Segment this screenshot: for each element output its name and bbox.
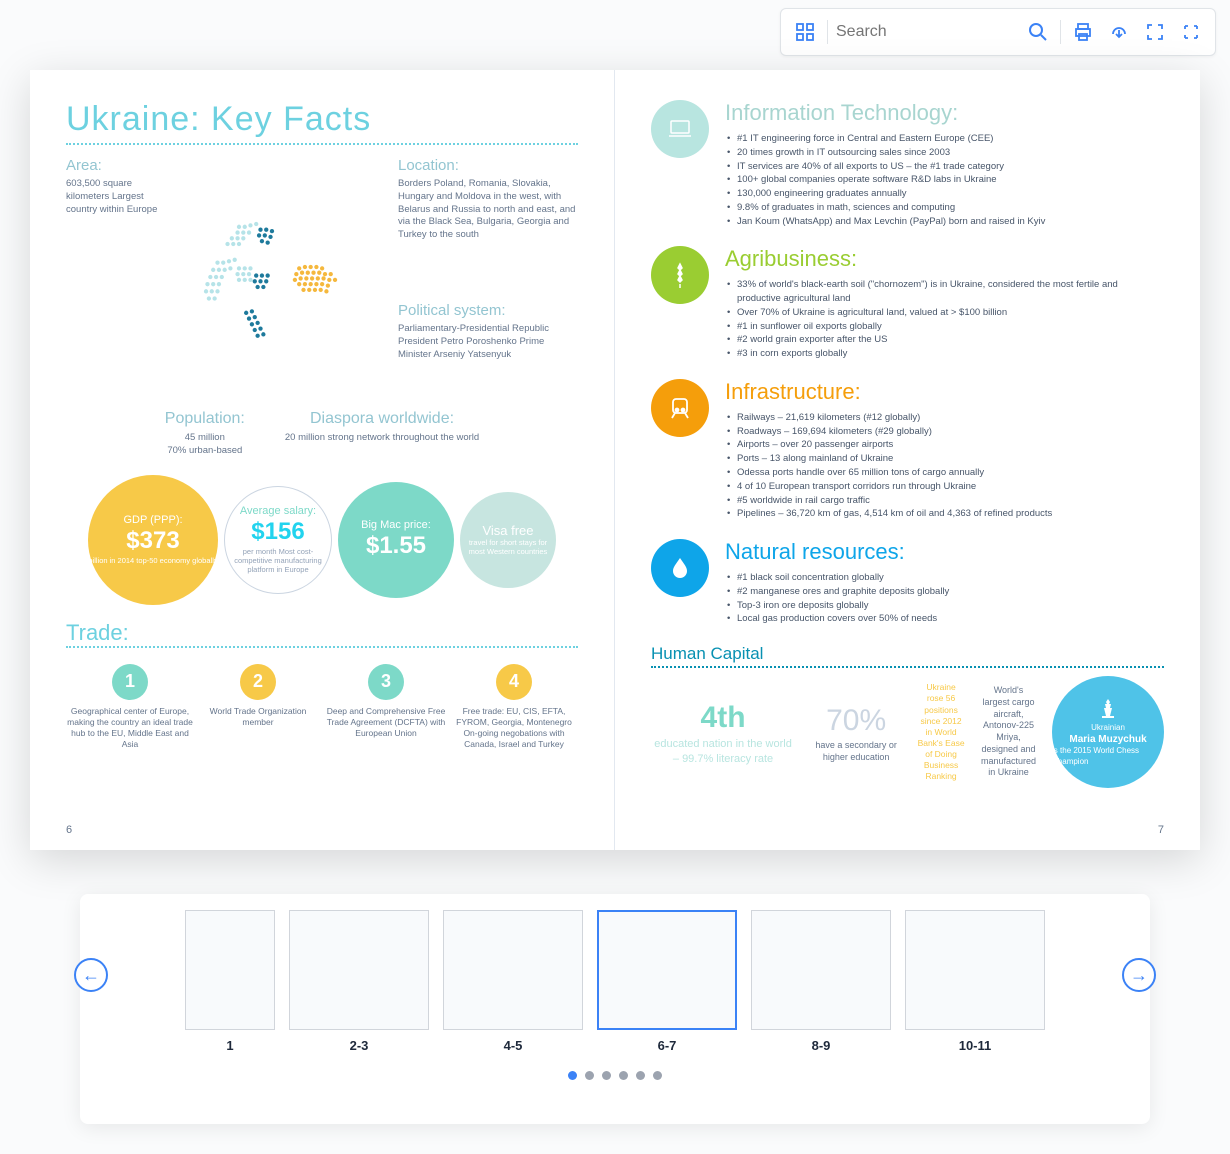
list-item: Railways – 21,619 kilometers (#12 global… [737,411,1164,425]
thumbnail-label: 1 [185,1038,275,1053]
thumbnail-label: 10-11 [905,1038,1045,1053]
pagination-dot[interactable] [653,1071,662,1080]
page-right: Information Technology: #1 IT engineerin… [615,70,1200,850]
list-item: Ports – 13 along mainland of Ukraine [737,452,1164,466]
list-item: #1 IT engineering force in Central and E… [737,132,1164,146]
list-item: #1 black soil concentration globally [737,571,1164,585]
infrastructure-list: Railways – 21,619 kilometers (#12 global… [725,411,1164,521]
prev-page-button[interactable]: ← [74,958,108,992]
pagination-dot[interactable] [585,1071,594,1080]
thumbnail-label: 6-7 [597,1038,737,1053]
thumbnails-icon[interactable] [791,18,819,46]
pagination-dot[interactable] [619,1071,628,1080]
search-input[interactable] [836,17,1016,47]
thumbnail-label: 8-9 [751,1038,891,1053]
infrastructure-heading: Infrastructure: [725,379,1164,405]
train-icon [651,379,709,437]
list-item: Airports – over 20 passenger airports [737,438,1164,452]
political-text: Parliamentary-Presidential Republic Pres… [398,323,578,361]
list-item: 4 of 10 European transport corridors run… [737,480,1164,494]
thumbnail[interactable] [905,910,1045,1030]
list-item: 9.8% of graduates in math, sciences and … [737,201,1164,215]
page-left: Ukraine: Key Facts Area: 603,500 square … [30,70,615,850]
visa-bubble: Visa free travel for short stays for mos… [460,492,556,588]
area-text: 603,500 square kilometers Largest countr… [66,178,166,216]
europe-map [196,157,368,400]
search-icon[interactable] [1024,18,1052,46]
political-heading: Political system: [398,302,578,319]
human-card-ranking: Ukraine rose 56 positions since 2012 in … [917,682,965,781]
list-item: #2 manganese ores and graphite deposits … [737,585,1164,599]
page-number-right: 7 [1158,824,1164,836]
list-item: #3 in corn exports globally [737,347,1164,361]
bigmac-bubble: Big Mac price: $1.55 [338,482,454,598]
document-spread: Ukraine: Key Facts Area: 603,500 square … [30,70,1200,850]
list-item: Jan Koum (WhatsApp) and Max Levchin (Pay… [737,215,1164,229]
list-item: 130,000 engineering graduates annually [737,187,1164,201]
location-heading: Location: [398,157,578,174]
location-text: Borders Poland, Romania, Slovakia, Hunga… [398,178,578,242]
next-page-button[interactable]: → [1122,958,1156,992]
human-card-secondary: 70% have a secondary or higher education [811,701,901,763]
print-icon[interactable] [1069,18,1097,46]
salary-bubble: Average salary: $156 per month Most cost… [224,486,332,594]
list-item: 100+ global companies operate software R… [737,173,1164,187]
list-item: Pipelines – 36,720 km of gas, 4,514 km o… [737,507,1164,521]
population-line2: 70% urban-based [165,445,245,458]
download-icon[interactable] [1105,18,1133,46]
thumbnail[interactable] [185,910,275,1030]
it-heading: Information Technology: [725,100,1164,126]
agribusiness-heading: Agribusiness: [725,246,1164,272]
agribusiness-list: 33% of world's black-earth soil ("chorno… [725,278,1164,361]
thumbnail[interactable] [751,910,891,1030]
human-capital-heading: Human Capital [651,644,1164,668]
list-item: 33% of world's black-earth soil ("chorno… [737,278,1164,306]
human-card-educated: 4th educated nation in the world – 99.7%… [651,698,795,766]
list-item: Top-3 iron ore deposits globally [737,599,1164,613]
pagination-dot[interactable] [636,1071,645,1080]
diaspora-heading: Diaspora worldwide: [285,410,479,428]
pdf-toolbar [780,8,1216,56]
list-item: #2 world grain exporter after the US [737,333,1164,347]
expand-icon[interactable] [1177,18,1205,46]
population-heading: Population: [165,410,245,428]
thumbnail-bar: ← 12-34-56-78-910-11 → [80,894,1150,1124]
thumbnail-label: 4-5 [443,1038,583,1053]
natural-resources-list: #1 black soil concentration globally#2 m… [725,571,1164,626]
trade-heading: Trade: [66,620,578,648]
trade-row: 1Geographical center of Europe, making t… [66,664,578,750]
human-card-aircraft: World's largest cargo aircraft, Antonov-… [981,685,1036,779]
page-number-left: 6 [66,824,72,836]
thumbnail-label: 2-3 [289,1038,429,1053]
laptop-icon [651,100,709,158]
area-heading: Area: [66,157,166,174]
diaspora-text: 20 million strong network throughout the… [285,432,479,445]
list-item: #1 in sunflower oil exports globally [737,320,1164,334]
fullscreen-icon[interactable] [1141,18,1169,46]
page-title: Ukraine: Key Facts [66,100,578,139]
it-list: #1 IT engineering force in Central and E… [725,132,1164,228]
population-line1: 45 million [165,432,245,445]
pagination-dot[interactable] [568,1071,577,1080]
list-item: 20 times growth in IT outsourcing sales … [737,146,1164,160]
thumbnail[interactable] [289,910,429,1030]
list-item: Odessa ports handle over 65 million tons… [737,466,1164,480]
drop-icon [651,539,709,597]
pagination-dot[interactable] [602,1071,611,1080]
thumbnail[interactable] [597,910,737,1030]
gdp-bubble: GDP (PPP): $373 billion in 2014 top-50 e… [88,475,218,605]
list-item: IT services are 40% of all exports to US… [737,160,1164,174]
thumbnail[interactable] [443,910,583,1030]
list-item: Roadways – 169,694 kilometers (#29 globa… [737,425,1164,439]
list-item: Local gas production covers over 50% of … [737,612,1164,626]
natural-resources-heading: Natural resources: [725,539,1164,565]
list-item: #5 worldwide in rail cargo traffic [737,494,1164,508]
chess-badge: Ukrainian Maria Muzychuk is the 2015 Wor… [1052,676,1164,788]
list-item: Over 70% of Ukraine is agricultural land… [737,306,1164,320]
wheat-icon [651,246,709,304]
